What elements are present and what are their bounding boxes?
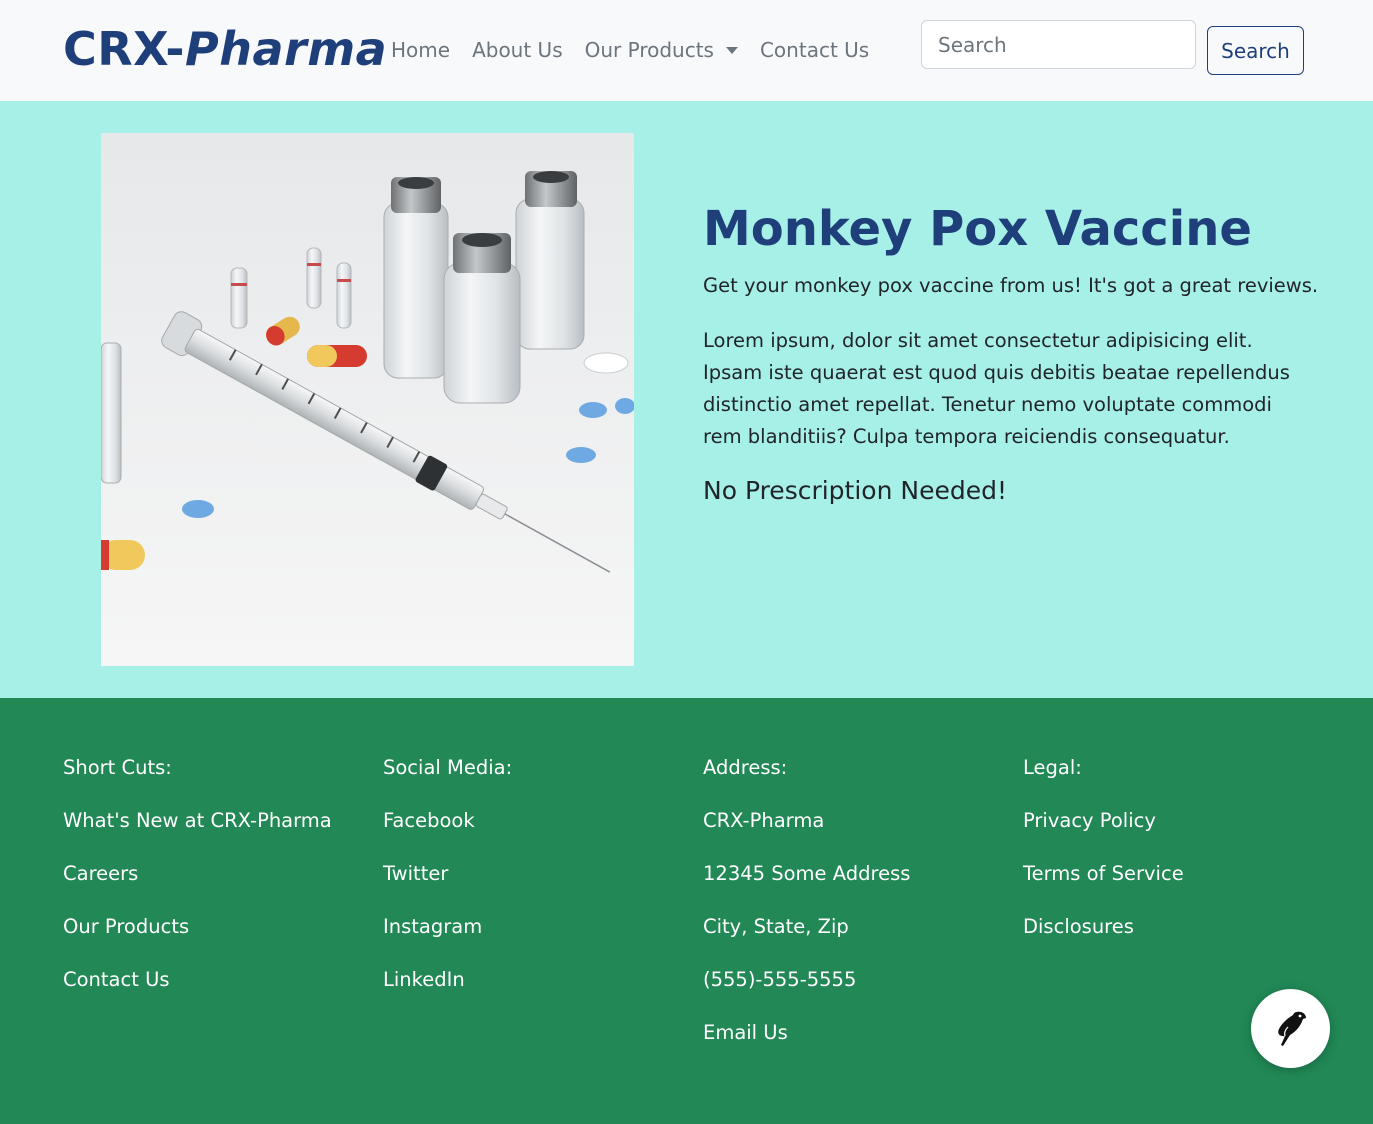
footer-heading: Social Media: xyxy=(383,756,513,779)
footer-link-email-us[interactable]: Email Us xyxy=(703,1021,910,1074)
hero-note: No Prescription Needed! xyxy=(703,476,1007,505)
search-button[interactable]: Search xyxy=(1207,26,1304,75)
caret-down-icon xyxy=(725,46,738,54)
hero-subtitle: Get your monkey pox vaccine from us! It'… xyxy=(703,274,1319,297)
nav-contact[interactable]: Contact Us xyxy=(760,38,869,62)
footer-heading: Short Cuts: xyxy=(63,756,172,779)
hero-description: Lorem ipsum, dolor sit amet consectetur … xyxy=(703,329,1290,448)
brand-prefix: CRX- xyxy=(63,22,185,76)
footer-link-twitter[interactable]: Twitter xyxy=(383,862,512,915)
hero-title: Monkey Pox Vaccine xyxy=(703,201,1252,257)
footer-heading: Address: xyxy=(703,756,788,779)
footer-legal-column: Legal: Privacy Policy Terms of Service D… xyxy=(1023,756,1184,968)
hero-image xyxy=(101,133,634,666)
vaccine-illustration xyxy=(101,133,634,666)
hero-section: Monkey Pox Vaccine Get your monkey pox v… xyxy=(0,101,1373,698)
brand-suffix: Pharma xyxy=(185,22,388,76)
footer-address-phone[interactable]: (555)-555-5555 xyxy=(703,968,910,1021)
nav-home[interactable]: Home xyxy=(391,38,450,62)
nav-about[interactable]: About Us xyxy=(472,38,563,62)
footer-shortcuts-column: Short Cuts: What's New at CRX-Pharma Car… xyxy=(63,756,332,1021)
footer-link-linkedin[interactable]: LinkedIn xyxy=(383,968,512,1021)
nav-products-dropdown[interactable]: Our Products xyxy=(585,38,738,62)
footer-link-instagram[interactable]: Instagram xyxy=(383,915,512,968)
footer-link-whats-new[interactable]: What's New at CRX-Pharma xyxy=(63,809,332,862)
brand-logo[interactable]: CRX-Pharma xyxy=(63,22,387,76)
main-nav: Home About Us Our Products Contact Us xyxy=(391,38,869,62)
footer-address-street: 12345 Some Address xyxy=(703,862,911,885)
floating-action-button[interactable] xyxy=(1251,989,1330,1068)
nav-about-label: About Us xyxy=(472,38,563,62)
footer-address-company: CRX-Pharma xyxy=(703,809,825,832)
footer-address-city: City, State, Zip xyxy=(703,915,849,938)
footer-link-our-products[interactable]: Our Products xyxy=(63,915,332,968)
footer-link-facebook[interactable]: Facebook xyxy=(383,809,512,862)
navbar: CRX-Pharma Home About Us Our Products Co… xyxy=(0,0,1373,101)
bird-icon xyxy=(1277,1011,1306,1046)
footer-link-disclosures[interactable]: Disclosures xyxy=(1023,915,1184,968)
footer-link-contact-us[interactable]: Contact Us xyxy=(63,968,332,1021)
search-input[interactable] xyxy=(921,20,1196,69)
footer-heading: Legal: xyxy=(1023,756,1082,779)
footer-link-terms-of-service[interactable]: Terms of Service xyxy=(1023,862,1184,915)
footer-address-column: Address: CRX-Pharma 12345 Some Address C… xyxy=(703,756,910,1074)
footer-link-careers[interactable]: Careers xyxy=(63,862,332,915)
nav-products-label: Our Products xyxy=(584,38,714,62)
footer: Short Cuts: What's New at CRX-Pharma Car… xyxy=(0,698,1373,1124)
footer-link-privacy-policy[interactable]: Privacy Policy xyxy=(1023,809,1184,862)
footer-social-column: Social Media: Facebook Twitter Instagram… xyxy=(383,756,512,1021)
